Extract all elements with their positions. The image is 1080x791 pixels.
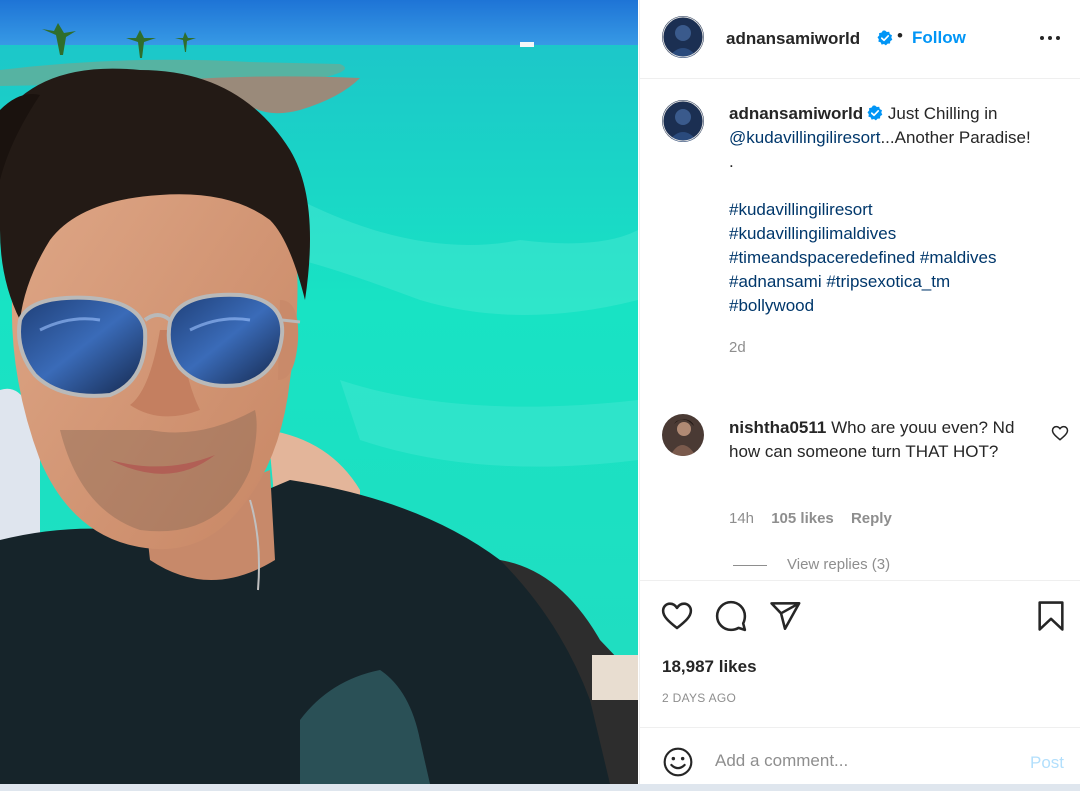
post-photo[interactable]	[0, 0, 638, 784]
caption-hashtag-line[interactable]: #bollywood	[729, 294, 1049, 318]
bookmark-icon[interactable]	[1034, 599, 1068, 633]
verified-badge-icon	[877, 30, 893, 46]
caption-hashtag-line[interactable]: #adnansami #tripsexotica_tm	[729, 270, 1049, 294]
caption-text-after-mention: ...Another Paradise!	[880, 128, 1031, 147]
caption-author-avatar[interactable]	[662, 100, 704, 142]
author-avatar[interactable]	[662, 16, 704, 58]
post-header: adnansamiworld • Follow	[640, 0, 1080, 79]
caption-hashtag-line[interactable]: #kudavillingilimaldives	[729, 222, 1049, 246]
caption-verified-badge-icon	[867, 105, 883, 121]
caption-mention-link[interactable]: @kudavillingiliresort	[729, 128, 880, 147]
header-separator: •	[897, 26, 903, 45]
comment-reply-button[interactable]: Reply	[851, 510, 892, 527]
post-timestamp[interactable]: 2 DAYS AGO	[662, 691, 736, 705]
comment-meta: 14h 105 likes Reply	[729, 510, 905, 527]
commenter-avatar[interactable]	[662, 414, 704, 456]
heart-icon[interactable]	[660, 599, 694, 633]
view-replies-divider	[733, 564, 767, 566]
commenter-username[interactable]: nishtha0511	[729, 418, 826, 437]
comment-timestamp[interactable]: 14h	[729, 510, 754, 527]
caption-hashtag-line[interactable]: #kudavillingiliresort	[729, 198, 1049, 222]
follow-button[interactable]: Follow	[912, 28, 966, 48]
window-bottom-edge	[0, 784, 1080, 791]
comment-like-heart-icon[interactable]	[1051, 424, 1069, 442]
post-photo-illustration	[0, 0, 638, 784]
comment-input[interactable]	[715, 747, 1015, 775]
comment-likes-count[interactable]: 105 likes	[771, 510, 834, 527]
post-comment-button[interactable]: Post	[1030, 753, 1064, 773]
emoji-icon[interactable]	[662, 746, 694, 778]
view-replies-label: View replies (3)	[787, 556, 891, 573]
caption-dot: .	[729, 152, 734, 171]
post-actions: 18,987 likes 2 DAYS AGO	[640, 580, 1080, 727]
comment-text: nishtha0511 Who are youu even? Nd how ca…	[729, 416, 1019, 464]
comments-area[interactable]: adnansamiworld Just Chilling in @kudavil…	[640, 80, 1080, 580]
post-details-panel: adnansamiworld • Follow adnansamiworld J…	[639, 0, 1080, 784]
post-caption: adnansamiworld Just Chilling in @kudavil…	[729, 102, 1049, 360]
caption-text-before-mention: Just Chilling in	[887, 104, 998, 123]
more-horizontal-icon[interactable]	[1038, 26, 1062, 50]
view-replies-button[interactable]: View replies (3)	[733, 556, 890, 573]
caption-timestamp[interactable]: 2d	[729, 336, 1049, 360]
post-likes-count[interactable]: 18,987 likes	[662, 657, 757, 677]
comment-composer: Post	[640, 727, 1080, 784]
author-username[interactable]: adnansamiworld	[726, 29, 860, 49]
comment-icon[interactable]	[714, 599, 748, 633]
caption-username[interactable]: adnansamiworld	[729, 104, 863, 123]
share-icon[interactable]	[768, 599, 802, 633]
comment-item: nishtha0511 Who are youu even? Nd how ca…	[640, 410, 1080, 580]
caption-hashtag-line[interactable]: #timeandspaceredefined #maldives	[729, 246, 1049, 270]
